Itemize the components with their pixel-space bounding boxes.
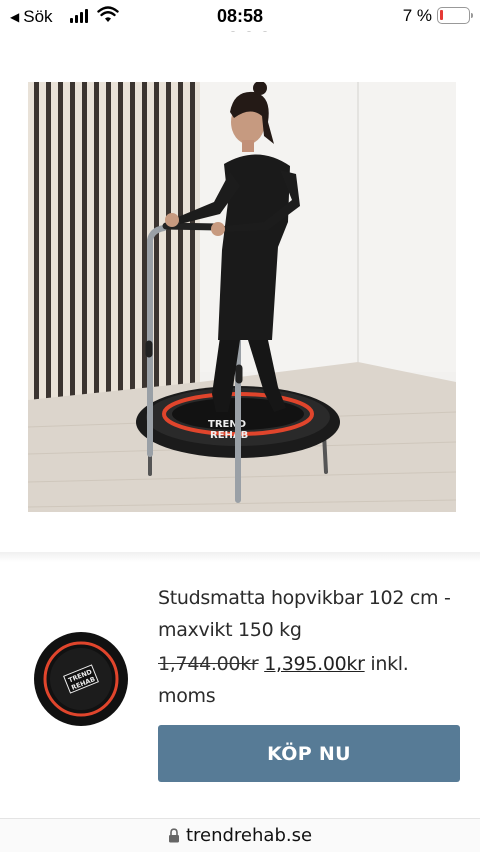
buy-now-button[interactable]: KÖP NU bbox=[158, 725, 460, 782]
price-line: 1,744.00kr 1,395.00kr inkl. moms bbox=[158, 648, 458, 712]
product-title: Studsmatta hopvikbar 102 cm - maxvikt 15… bbox=[158, 587, 451, 641]
battery-percent: 7 % bbox=[402, 6, 432, 25]
original-price: 1,744.00kr bbox=[158, 653, 259, 675]
trampoline-scene: TREND REHAB bbox=[28, 82, 456, 512]
cut-off-text bbox=[230, 24, 310, 32]
sale-price[interactable]: 1,395.00kr bbox=[264, 653, 365, 675]
browser-url-bar[interactable]: trendrehab.se bbox=[0, 818, 480, 852]
card-divider bbox=[0, 552, 480, 562]
lock-icon bbox=[168, 828, 179, 843]
product-photo[interactable]: TREND REHAB bbox=[28, 82, 456, 512]
svg-text:REHAB: REHAB bbox=[210, 430, 248, 441]
product-thumbnail[interactable]: TREND REHAB bbox=[32, 630, 130, 728]
url-text: trendrehab.se bbox=[185, 825, 313, 846]
battery-icon bbox=[437, 7, 473, 24]
